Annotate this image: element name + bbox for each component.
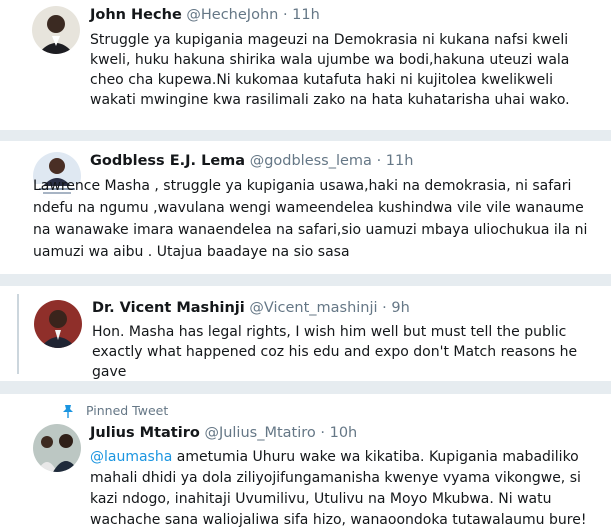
separator-dot: · (382, 300, 387, 316)
separator-dot: · (320, 425, 325, 441)
tweet-header: Julius Mtatiro @Julius_Mtatiro · 10h (90, 425, 357, 441)
tweet-text: Struggle ya kupigania mageuzi na Demokra… (90, 32, 570, 108)
separator-dot: · (282, 7, 288, 23)
avatar-image (34, 300, 82, 348)
tweet-text: Hon. Masha has legal rights, I wish him … (92, 324, 578, 380)
tweet-card[interactable]: Godbless E.J. Lema @godbless_lema · 11h … (0, 141, 611, 274)
avatar-image (32, 6, 80, 54)
mention-link[interactable]: @laumasha (90, 449, 172, 465)
avatar[interactable] (34, 300, 82, 348)
tweet-card[interactable]: John Heche @HecheJohn · 11h Struggle ya … (0, 0, 611, 130)
author-handle[interactable]: @HecheJohn (186, 7, 278, 23)
author-handle[interactable]: @Julius_Mtatiro (204, 425, 315, 441)
tweet-header: John Heche @HecheJohn · 11h (90, 7, 320, 23)
author-name[interactable]: Godbless E.J. Lema (90, 153, 245, 169)
separator-dot: · (376, 153, 382, 169)
tweet-header: Godbless E.J. Lema @godbless_lema · 11h (90, 153, 413, 169)
tweet-card[interactable]: Dr. Vicent Mashinji @Vicent_mashinji · 9… (0, 286, 611, 381)
thread-line (17, 294, 19, 374)
pinned-label: Pinned Tweet (86, 403, 169, 418)
tweet-text: Lawrence Masha , struggle ya kupigania u… (33, 178, 588, 260)
tweet-text: @laumasha ametumia Uhuru wake wa kikatib… (90, 447, 600, 531)
pin-icon (62, 403, 74, 422)
tweet-time[interactable]: 11h (292, 7, 320, 23)
tweet-time[interactable]: 10h (330, 425, 358, 441)
tweet-time[interactable]: 9h (391, 300, 409, 316)
author-handle[interactable]: @godbless_lema (250, 153, 372, 169)
avatar[interactable] (33, 424, 81, 472)
author-name[interactable]: Julius Mtatiro (90, 425, 200, 441)
author-handle[interactable]: @Vicent_mashinji (249, 300, 377, 316)
author-name[interactable]: Dr. Vicent Mashinji (92, 300, 245, 316)
tweet-time[interactable]: 11h (386, 153, 414, 169)
avatar[interactable] (32, 6, 80, 54)
avatar-image (33, 424, 81, 472)
tweet-card[interactable]: Pinned Tweet Julius Mtatiro @Julius_Mtat… (0, 394, 611, 531)
tweet-header: Dr. Vicent Mashinji @Vicent_mashinji · 9… (92, 300, 410, 316)
author-name[interactable]: John Heche (90, 7, 182, 23)
